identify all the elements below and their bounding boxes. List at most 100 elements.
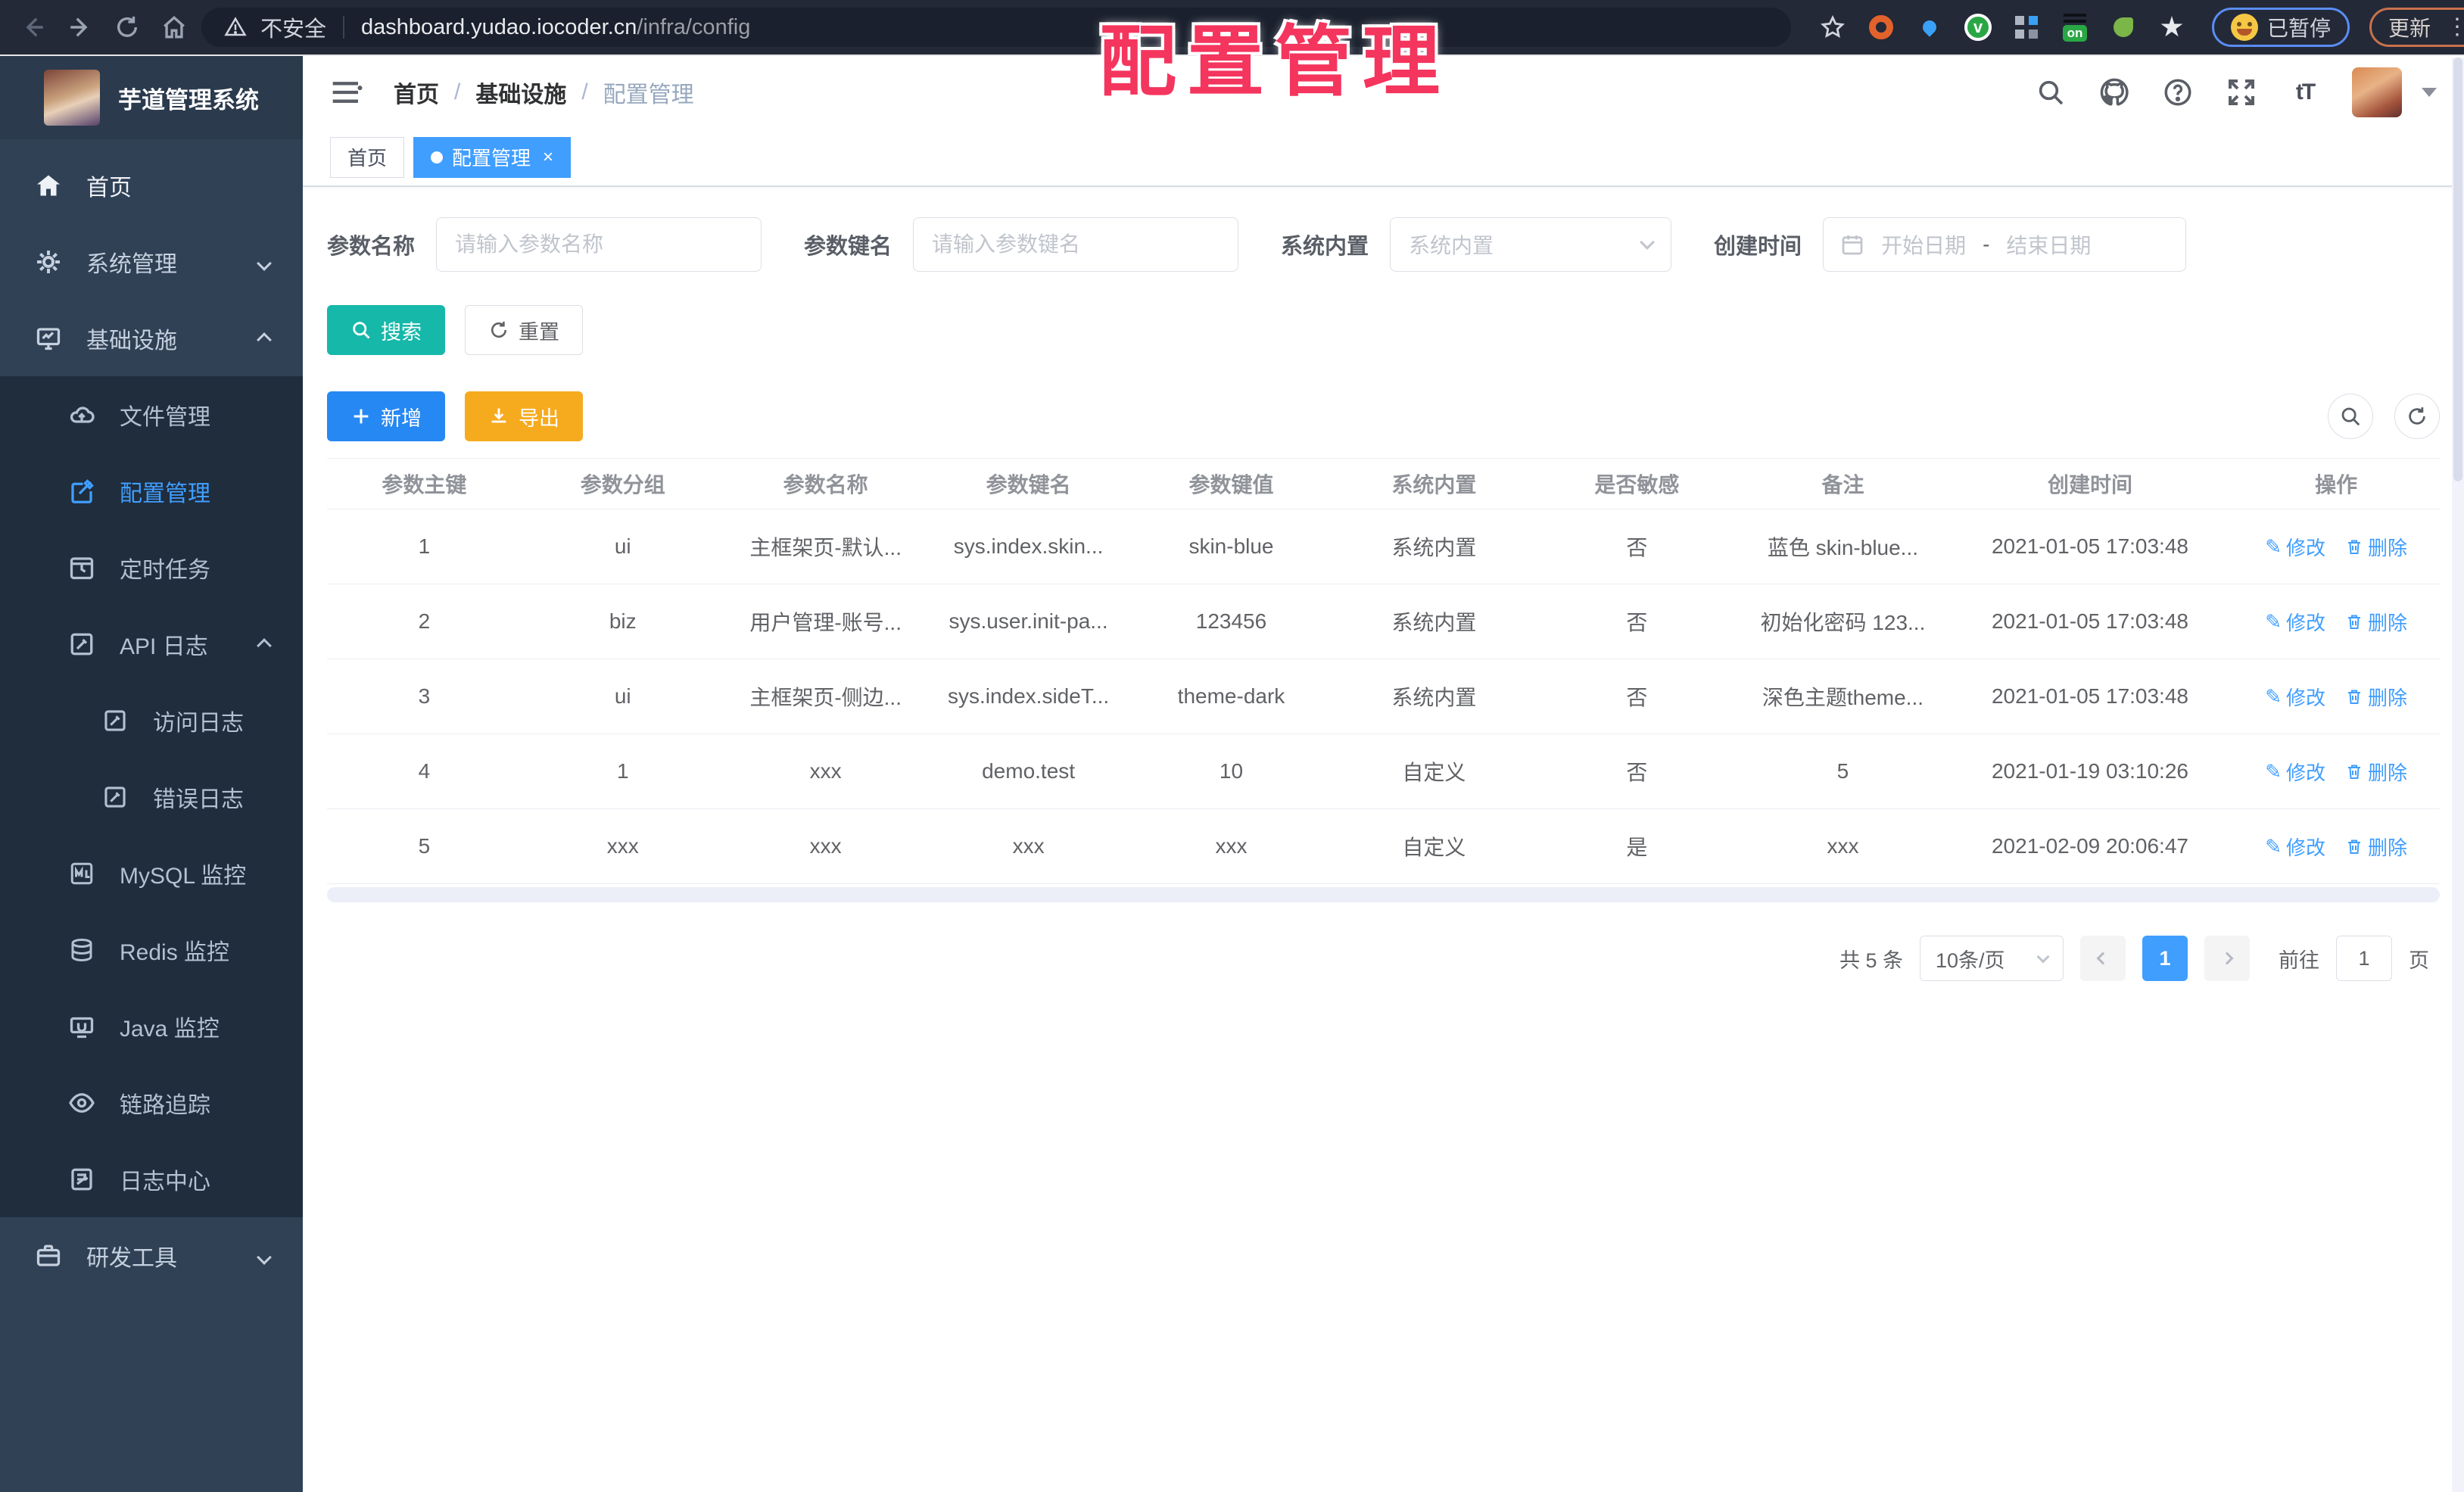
breadcrumb-home[interactable]: 首页 — [394, 76, 439, 109]
sidebar-item-java[interactable]: Java 监控 — [0, 988, 303, 1064]
delete-link[interactable]: 删除 — [2345, 833, 2407, 861]
extension-donut-icon[interactable] — [1867, 13, 1896, 42]
goto-page-input[interactable] — [2336, 936, 2392, 981]
date-end-placeholder: 结束日期 — [2006, 234, 2092, 257]
date-range-picker[interactable]: 开始日期 - 结束日期 — [1823, 217, 2187, 272]
sidebar-item-job[interactable]: 定时任务 — [0, 529, 303, 606]
sidebar-item-mysql[interactable]: MySQL 监控 — [0, 835, 303, 911]
warning-icon — [221, 13, 250, 42]
reset-button[interactable]: 重置 — [465, 305, 583, 355]
tab-home[interactable]: 首页 — [330, 136, 405, 178]
search-icon[interactable] — [2034, 76, 2067, 109]
tab-config[interactable]: 配置管理 × — [413, 136, 572, 178]
delete-link[interactable]: 删除 — [2345, 533, 2407, 561]
fullscreen-icon[interactable] — [2225, 76, 2258, 109]
trash-icon — [2348, 765, 2361, 779]
builtin-select[interactable]: 系统内置 — [1390, 217, 1672, 272]
page-suffix-label: 页 — [2409, 948, 2429, 972]
page-number-1[interactable]: 1 — [2142, 936, 2188, 981]
scrollbar-thumb[interactable] — [2453, 58, 2462, 481]
bookmark-star-icon[interactable] — [1818, 13, 1847, 42]
pagination: 共 5 条 10条/页 1 前往 页 — [327, 936, 2440, 981]
table-row: 3 ui 主框架页-侧边... sys.index.sideT... theme… — [327, 659, 2440, 734]
sidebar-item-dev-tools[interactable]: 研发工具 — [0, 1217, 303, 1294]
access-log-icon — [100, 706, 130, 736]
avatar-caret-icon[interactable] — [2422, 88, 2437, 97]
extension-grid-icon[interactable] — [2012, 13, 2041, 42]
browser-menu-icon[interactable]: ⋮ — [2446, 16, 2464, 38]
app-title: 芋道管理系统 — [118, 86, 259, 114]
edit-link[interactable]: ✎ 修改 — [2265, 833, 2325, 861]
paused-badge[interactable]: 已暂停 — [2212, 8, 2350, 47]
delete-link[interactable]: 删除 — [2345, 608, 2407, 636]
edit-link[interactable]: ✎ 修改 — [2265, 608, 2325, 636]
sidebar-item-log-center[interactable]: 日志中心 — [0, 1141, 303, 1217]
next-page-button[interactable] — [2204, 936, 2250, 981]
edit-square-icon — [67, 476, 97, 506]
sidebar-item-home[interactable]: 首页 — [0, 147, 303, 223]
action-toolbar: 新增 导出 — [327, 391, 2440, 441]
search-button[interactable]: 搜索 — [327, 305, 445, 355]
sidebar-item-file[interactable]: 文件管理 — [0, 376, 303, 453]
delete-link[interactable]: 删除 — [2345, 683, 2407, 711]
chevron-down-icon — [1640, 235, 1655, 250]
sidebar-item-trace[interactable]: 链路追踪 — [0, 1064, 303, 1141]
help-icon[interactable] — [2161, 76, 2195, 109]
add-button[interactable]: 新增 — [327, 391, 445, 441]
extension-leaf-icon[interactable] — [2109, 13, 2138, 42]
gear-icon — [33, 247, 64, 277]
search-toolbar: 搜索 重置 — [327, 305, 2440, 355]
tab-close-icon[interactable]: × — [543, 147, 553, 168]
vertical-scrollbar[interactable] — [2452, 58, 2464, 1492]
horizontal-scrollbar[interactable] — [327, 887, 2440, 902]
chevron-down-icon — [2036, 950, 2050, 964]
github-icon[interactable] — [2098, 76, 2131, 109]
trash-icon — [2348, 540, 2361, 554]
param-name-input[interactable] — [436, 217, 762, 272]
extension-puzzle-icon[interactable] — [2157, 13, 2186, 42]
param-name-label: 参数名称 — [327, 235, 416, 259]
hamburger-icon[interactable] — [330, 77, 363, 107]
sidebar-item-api-log[interactable]: API 日志 — [0, 606, 303, 682]
log-notebook-icon — [67, 1164, 97, 1195]
extension-pin-icon[interactable] — [1915, 13, 1944, 42]
sidebar-item-redis[interactable]: Redis 监控 — [0, 911, 303, 988]
delete-link[interactable]: 删除 — [2345, 758, 2407, 786]
forward-icon[interactable] — [61, 8, 100, 47]
prev-page-button[interactable] — [2080, 936, 2126, 981]
main-area: 首页 / 基础设施 / 配置管理 tT 首页 配置管理 × 参数名称 请输入参数… — [303, 56, 2464, 1492]
sidebar-item-system[interactable]: 系统管理 — [0, 223, 303, 300]
home-nav-icon[interactable] — [154, 8, 194, 47]
sidebar-item-config[interactable]: 配置管理 — [0, 453, 303, 529]
edit-link[interactable]: ✎ 修改 — [2265, 533, 2325, 561]
sidebar-item-error-log[interactable]: 错误日志 — [0, 758, 303, 835]
table-row: 5 xxx xxx xxx xxx 自定义 是 xxx 2021-02-09 2… — [327, 809, 2440, 884]
total-count: 共 5 条 — [1839, 948, 1903, 972]
sidebar-item-access-log[interactable]: 访问日志 — [0, 682, 303, 758]
update-button[interactable]: 更新 ⋮ — [2369, 8, 2464, 47]
edit-icon: ✎ — [2265, 759, 2282, 783]
edit-link[interactable]: ✎ 修改 — [2265, 758, 2325, 786]
back-icon[interactable] — [14, 8, 53, 47]
extension-check-icon[interactable]: v — [1964, 13, 1992, 42]
chevron-up-icon — [257, 325, 272, 351]
refresh-button[interactable] — [2394, 394, 2440, 439]
font-size-icon[interactable]: tT — [2288, 76, 2322, 109]
param-key-input[interactable] — [913, 217, 1239, 272]
sidebar-item-infra[interactable]: 基础设施 — [0, 300, 303, 376]
address-bar[interactable]: 不安全 dashboard.yudao.iocoder.cn/infra/con… — [201, 8, 1791, 47]
extension-on-badge-icon[interactable]: on — [2061, 13, 2089, 42]
edit-link[interactable]: ✎ 修改 — [2265, 683, 2325, 711]
breadcrumb-infra[interactable]: 基础设施 — [475, 76, 566, 109]
user-avatar[interactable] — [2352, 67, 2402, 117]
edit-icon: ✎ — [2265, 684, 2282, 708]
sidebar-nav: 首页 系统管理 基础设施 文件管理 配置管理 定时任务 API 日志 访问日志 … — [0, 147, 303, 1294]
app-logo-area[interactable]: 芋道管理系统 — [0, 56, 303, 139]
reload-icon[interactable] — [107, 8, 147, 47]
url-text[interactable]: dashboard.yudao.iocoder.cn/infra/config — [361, 15, 750, 40]
create-time-label: 创建时间 — [1714, 235, 1802, 259]
export-button[interactable]: 导出 — [465, 391, 583, 441]
toggle-search-button[interactable] — [2328, 394, 2373, 439]
page-size-select[interactable]: 10条/页 — [1920, 936, 2064, 981]
security-label[interactable]: 不安全 — [260, 11, 326, 43]
